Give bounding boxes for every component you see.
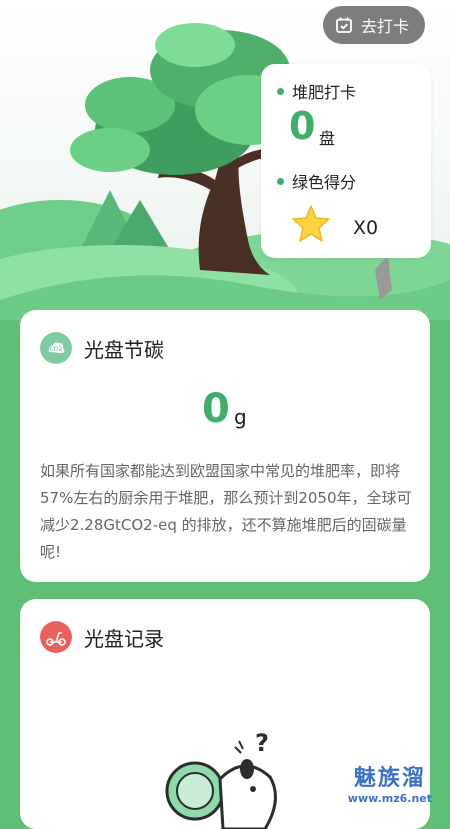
empty-state-illustration: ? bbox=[165, 729, 277, 829]
watermark-url: www.mz6.net bbox=[347, 792, 432, 805]
record-card-title: 光盘记录 bbox=[84, 627, 164, 651]
score-label-row: 绿色得分 bbox=[277, 169, 356, 193]
stats-card: 堆肥打卡 0 盘 绿色得分 X0 bbox=[261, 64, 431, 258]
calendar-icon bbox=[336, 17, 352, 33]
star-icon bbox=[292, 205, 330, 242]
carbon-unit: g bbox=[234, 405, 247, 429]
compost-label-row: 堆肥打卡 bbox=[277, 79, 356, 103]
scooter-icon bbox=[40, 621, 72, 653]
carbon-description: 如果所有国家都能达到欧盟国家中常见的堆肥率，即将57%左右的厨余用于堆肥，那么预… bbox=[40, 462, 412, 561]
svg-text:?: ? bbox=[255, 729, 269, 757]
checkin-button[interactable]: 去打卡 bbox=[322, 6, 425, 44]
bullet-dot bbox=[277, 177, 284, 185]
bullet-dot bbox=[277, 87, 284, 95]
co2-icon: CO2 bbox=[40, 332, 72, 364]
compost-unit: 盘 bbox=[319, 129, 336, 148]
compost-label: 堆肥打卡 bbox=[292, 83, 357, 102]
score-label: 绿色得分 bbox=[292, 173, 357, 192]
carbon-card-title: 光盘节碳 bbox=[84, 338, 164, 362]
carbon-saving-card: CO2 光盘节碳 0 g 如果所有国家都能达到欧盟国家中常见的堆肥率，即将57%… bbox=[20, 310, 430, 582]
checkin-label: 去打卡 bbox=[360, 17, 409, 36]
compost-count: 0 bbox=[289, 104, 316, 148]
carbon-value: 0 bbox=[202, 386, 230, 432]
score-value: X0 bbox=[353, 217, 379, 239]
watermark-name: 魅族溜 bbox=[353, 766, 426, 791]
svg-text:CO2: CO2 bbox=[50, 346, 63, 353]
watermark: 魅族溜 www.mz6.net bbox=[348, 760, 432, 805]
